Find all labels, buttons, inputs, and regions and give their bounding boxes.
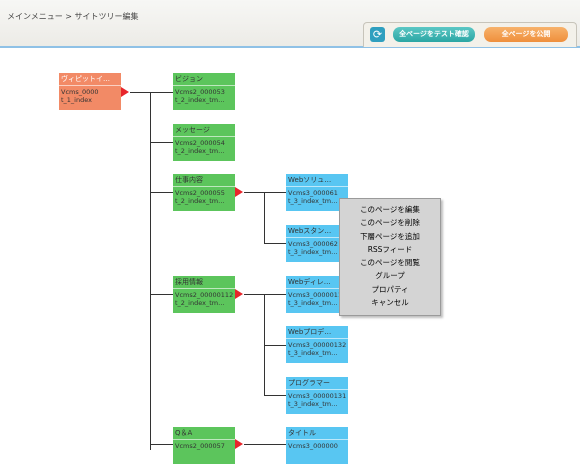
node-title: メッセージ xyxy=(173,124,235,137)
publish-all-pages-button[interactable]: 全ページを公開 xyxy=(484,27,568,42)
node-title: ヴィピットイ… xyxy=(59,73,121,86)
menu-item-properties[interactable]: プロパティ xyxy=(340,283,440,296)
tree-node-message[interactable]: メッセージ Vcms2_000054 t_2_index_tm… xyxy=(173,124,235,161)
tree-node-web-producer[interactable]: Webプロデ… Vcms3_00000132 t_3_index_tm… xyxy=(286,326,348,363)
node-id: Vcms2_000054 xyxy=(175,139,225,147)
menu-item-delete-page[interactable]: このページを削除 xyxy=(340,216,440,229)
node-title: ビジョン xyxy=(173,73,235,86)
expand-arrow-icon[interactable] xyxy=(235,439,243,449)
connector-line xyxy=(264,444,286,445)
tree-node-vision[interactable]: ビジョン Vcms2_000053 t_2_index_tm… xyxy=(173,73,235,110)
menu-item-add-subpage[interactable]: 下層ページを追加 xyxy=(340,230,440,243)
tree-node-root[interactable]: ヴィピットイ… Vcms_0000 t_1_index xyxy=(59,73,121,110)
node-id: Vcms2_000053 xyxy=(175,88,225,96)
connector-line xyxy=(150,92,173,93)
menu-item-view-page[interactable]: このページを閲覧 xyxy=(340,256,440,269)
node-id: Vcms2_000055 xyxy=(175,189,225,197)
refresh-icon[interactable]: ⟳ xyxy=(370,27,385,42)
node-id: Vcms3_000061 xyxy=(288,189,338,197)
node-template: t_2_index_tm… xyxy=(175,197,225,205)
tree-node-qa[interactable]: Q＆A Vcms2_000057 xyxy=(173,427,235,464)
breadcrumb: メインメニュー > サイトツリー編集 xyxy=(7,12,139,21)
expand-arrow-icon[interactable] xyxy=(235,289,243,299)
node-id: Vcms3_000000 xyxy=(288,442,338,450)
menu-item-edit-page[interactable]: このページを編集 xyxy=(340,203,440,216)
node-title: 仕事内容 xyxy=(173,174,235,187)
node-title: プログラマー xyxy=(286,377,348,390)
node-title: Webソリュ… xyxy=(286,174,348,187)
node-id: Vcms2_000057 xyxy=(175,442,225,450)
tree-node-title[interactable]: タイトル Vcms3_000000 xyxy=(286,427,348,464)
expand-arrow-icon[interactable] xyxy=(235,187,243,197)
node-template: t_3_index_tm… xyxy=(288,349,338,357)
node-title: タイトル xyxy=(286,427,348,440)
connector-line xyxy=(244,294,264,295)
connector-line xyxy=(264,294,286,295)
node-id: Vcms_0000 xyxy=(61,88,99,96)
node-id: Vcms3_00000132 xyxy=(288,341,347,349)
connector-line xyxy=(130,92,150,93)
node-template: t_2_index_tm… xyxy=(175,299,225,307)
connector-line xyxy=(264,243,286,244)
connector-line xyxy=(264,345,286,346)
tree-node-work[interactable]: 仕事内容 Vcms2_000055 t_2_index_tm… xyxy=(173,174,235,211)
node-title: Q＆A xyxy=(173,427,235,440)
menu-item-cancel[interactable]: キャンセル xyxy=(340,296,440,309)
connector-line xyxy=(244,192,264,193)
expand-arrow-icon[interactable] xyxy=(121,87,129,97)
connector-line xyxy=(150,142,173,143)
tree-node-recruit[interactable]: 採用情報 Vcms2_00000112 t_2_index_tm… xyxy=(173,276,235,313)
node-template: t_2_index_tm… xyxy=(175,96,225,104)
connector-line xyxy=(150,92,151,450)
connector-line xyxy=(244,444,264,445)
node-template: t_2_index_tm… xyxy=(175,147,225,155)
node-title: Webプロデ… xyxy=(286,326,348,339)
connector-line xyxy=(150,192,173,193)
connector-line xyxy=(150,444,173,445)
node-title: 採用情報 xyxy=(173,276,235,289)
connector-line xyxy=(264,192,265,243)
test-all-pages-button[interactable]: 全ページをテスト確認 xyxy=(393,27,475,42)
node-template: t_1_index xyxy=(61,96,92,104)
menu-item-rss-feed[interactable]: RSSフィード xyxy=(340,243,440,256)
connector-line xyxy=(264,395,286,396)
connector-line xyxy=(264,192,286,193)
node-id: Vcms3_00000131 xyxy=(288,392,347,400)
node-template: t_3_index_tm… xyxy=(288,400,338,408)
tree-node-programmer[interactable]: プログラマー Vcms3_00000131 t_3_index_tm… xyxy=(286,377,348,414)
node-id: Vcms2_00000112 xyxy=(175,291,234,299)
context-menu: このページを編集 このページを削除 下層ページを追加 RSSフィード このページ… xyxy=(339,198,441,316)
connector-line xyxy=(150,294,173,295)
menu-item-group[interactable]: グループ xyxy=(340,269,440,282)
